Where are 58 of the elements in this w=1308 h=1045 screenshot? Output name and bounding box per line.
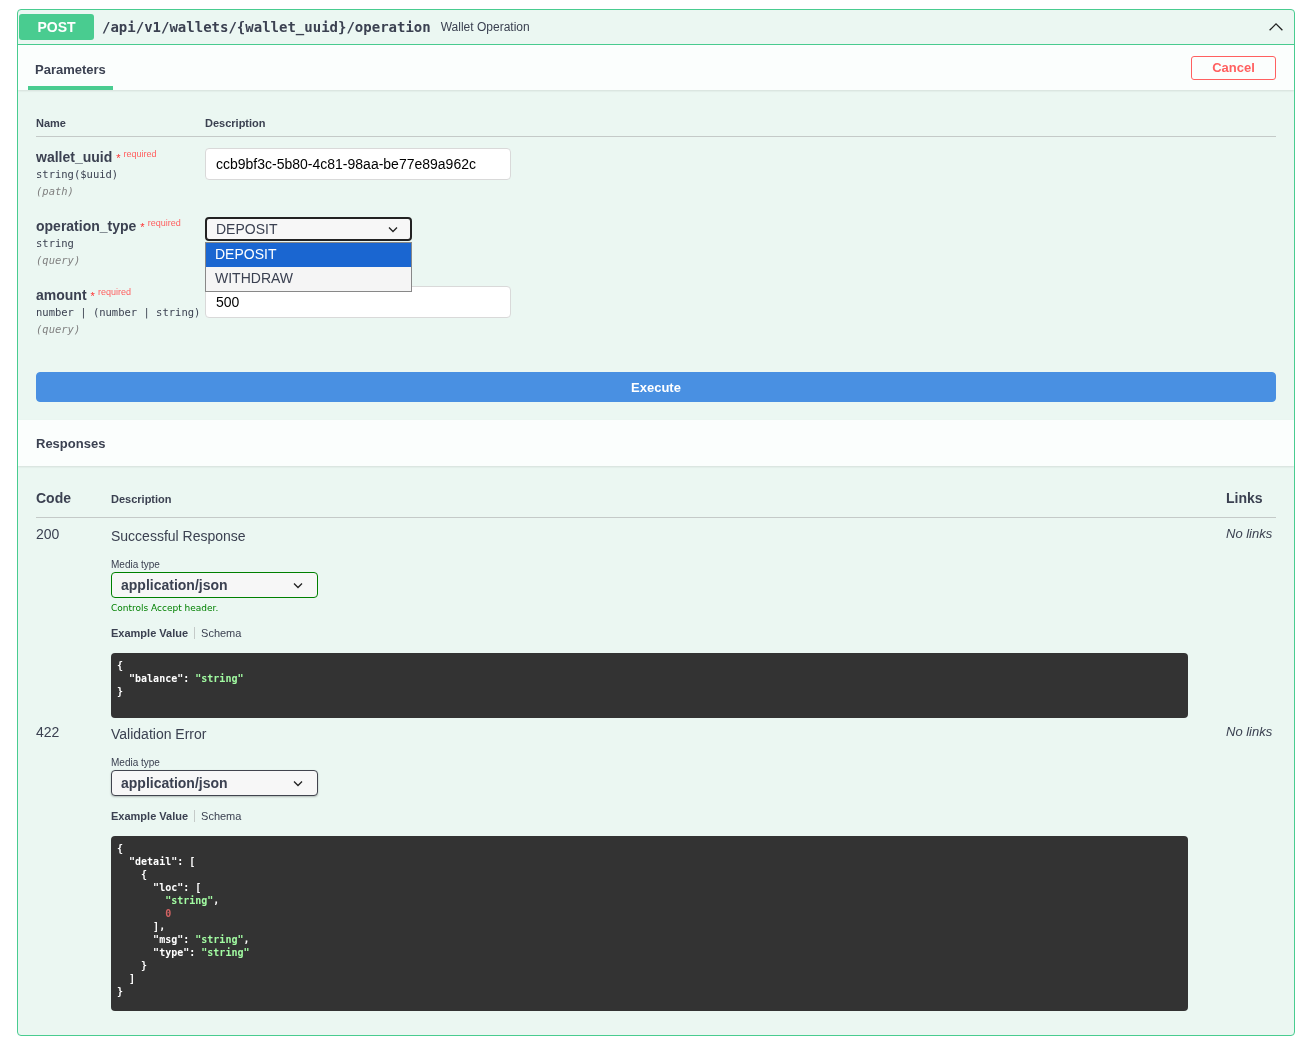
code-line: { bbox=[117, 659, 125, 672]
example-tab[interactable]: Schema bbox=[195, 810, 248, 822]
example-tab[interactable]: Example Value bbox=[111, 627, 196, 639]
column-header: Name bbox=[36, 117, 67, 129]
response-code: 422 bbox=[36, 724, 61, 742]
media-type-label: Media type bbox=[111, 757, 161, 768]
code-line: "balance": "string" bbox=[128, 672, 245, 685]
chevron-down-icon bbox=[293, 581, 303, 589]
method-badge: POST bbox=[19, 14, 94, 40]
code-line: 0 bbox=[164, 907, 173, 920]
section-title: Responses bbox=[36, 435, 106, 451]
code-line: "type": "string" bbox=[152, 946, 251, 959]
chevron-down-icon bbox=[293, 779, 303, 787]
code-line: ], bbox=[152, 920, 167, 933]
parameter-location: (query) bbox=[36, 254, 82, 266]
links-text: No links bbox=[1226, 724, 1274, 741]
code-line: ] bbox=[128, 972, 137, 985]
select-field[interactable]: DEPOSIT bbox=[205, 217, 412, 241]
column-header: Links bbox=[1226, 490, 1264, 506]
code-line: } bbox=[117, 685, 125, 698]
media-type-label: Media type bbox=[111, 559, 161, 570]
code-line: "loc": [ bbox=[152, 881, 203, 894]
parameter-type: string($uuid) bbox=[36, 168, 120, 180]
links-text: No links bbox=[1226, 526, 1274, 543]
parameter-location: (query) bbox=[36, 323, 82, 335]
required-label: * $^{required}$ bbox=[116, 148, 157, 165]
parameter-location: (path) bbox=[36, 185, 75, 197]
media-type-hint: Controls Accept header. bbox=[111, 603, 220, 613]
endpoint-path: /api/v1/wallets/{wallet_uuid}/operation bbox=[102, 19, 431, 35]
response-description: Validation Error bbox=[111, 726, 208, 742]
parameter-type: number | (number | string) bbox=[36, 306, 202, 318]
column-header: Code bbox=[36, 490, 72, 506]
response-code: 200 bbox=[36, 526, 61, 544]
required-label: * $^{required}$ bbox=[90, 286, 131, 303]
example-tab[interactable]: Example Value bbox=[111, 810, 196, 822]
code-line: "string", bbox=[164, 894, 221, 907]
code-line: } bbox=[117, 985, 125, 998]
parameter-type: string bbox=[36, 237, 75, 249]
code-line: { bbox=[140, 868, 149, 881]
dropdown-option[interactable]: DEPOSIT bbox=[206, 243, 411, 267]
response-description: Successful Response bbox=[111, 528, 247, 544]
code-line: "detail": [ bbox=[128, 855, 197, 868]
column-header: Description bbox=[111, 493, 173, 505]
example-tab[interactable]: Schema bbox=[195, 627, 248, 639]
parameter-name: operation_type bbox=[36, 218, 137, 234]
parameter-name: wallet_uuid bbox=[36, 149, 113, 165]
code-line: { bbox=[117, 842, 125, 855]
endpoint-summary: Wallet Operation bbox=[440, 20, 530, 34]
code-line: "msg": "string", bbox=[152, 933, 251, 946]
media-type-select[interactable]: application/json bbox=[111, 572, 318, 598]
tab[interactable]: Parameters bbox=[28, 49, 113, 90]
code-line: } bbox=[140, 959, 149, 972]
chevron-down-icon bbox=[388, 225, 398, 233]
parameter-name: amount bbox=[36, 287, 87, 303]
media-type-select[interactable]: application/json bbox=[111, 770, 318, 796]
required-label: * $^{required}$ bbox=[140, 217, 181, 234]
column-header: Description bbox=[205, 117, 267, 129]
input-field[interactable]: ccb9bf3c-5b80-4c81-98aa-be77e89a962c bbox=[205, 148, 511, 180]
